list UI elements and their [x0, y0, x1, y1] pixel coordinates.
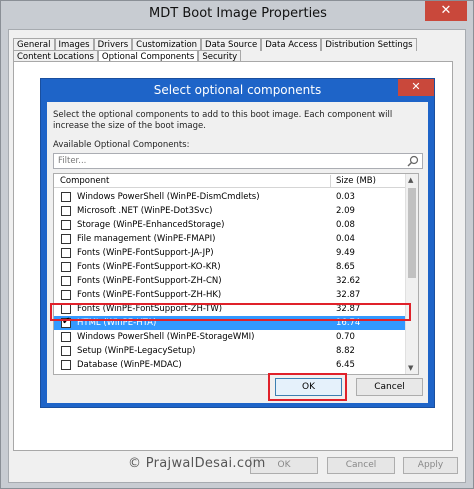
- checkbox[interactable]: [61, 346, 71, 356]
- component-name: Microsoft .NET (WinPE-Dot3Svc): [77, 206, 213, 216]
- component-name: Fonts (WinPE-FontSupport-ZH-CN): [77, 276, 222, 286]
- component-size: 0.03: [336, 192, 355, 202]
- component-name: Fonts (WinPE-FontSupport-KO-KR): [77, 262, 221, 272]
- window-title: MDT Boot Image Properties: [149, 6, 327, 21]
- column-header-component[interactable]: Component: [60, 176, 109, 186]
- window-cancel-button[interactable]: Cancel: [327, 457, 395, 474]
- component-size: 0.70: [336, 332, 355, 342]
- component-name: Storage (WinPE-EnhancedStorage): [77, 220, 225, 230]
- scroll-thumb[interactable]: [408, 188, 416, 278]
- checkbox[interactable]: [61, 360, 71, 370]
- scroll-up-icon[interactable]: ▲: [408, 176, 413, 184]
- column-header-size[interactable]: Size (MB): [336, 176, 376, 186]
- filter-input[interactable]: Filter...: [53, 153, 423, 169]
- available-components-label: Available Optional Components:: [53, 140, 190, 150]
- component-name: Microsoft .NET (WinPE-NetFx): [77, 374, 202, 375]
- component-size: 8.65: [336, 262, 355, 272]
- checkbox[interactable]: [61, 248, 71, 258]
- component-row[interactable]: Storage (WinPE-EnhancedStorage) 0.08: [54, 218, 406, 232]
- window-close-button[interactable]: ✕: [425, 1, 467, 21]
- component-row[interactable]: Setup (WinPE-LegacySetup) 8.82: [54, 344, 406, 358]
- checkbox[interactable]: [61, 290, 71, 300]
- checkbox[interactable]: [61, 206, 71, 216]
- component-size: 32.62: [336, 276, 361, 286]
- tab-data-access[interactable]: Data Access: [261, 38, 322, 51]
- components-list: Component Size (MB) Windows PowerShell (…: [53, 173, 419, 375]
- component-name: Fonts (WinPE-FontSupport-JA-JP): [77, 248, 214, 258]
- component-row[interactable]: Microsoft .NET (WinPE-Dot3Svc) 2.09: [54, 204, 406, 218]
- checkbox[interactable]: [61, 374, 71, 375]
- watermark: © PrajwalDesai.com: [128, 456, 266, 471]
- ok-button-highlight: [268, 373, 347, 401]
- list-scrollbar[interactable]: ▲ ▼: [405, 174, 418, 374]
- component-size: 0.04: [336, 234, 355, 244]
- selected-row-highlight: [50, 303, 411, 321]
- component-size: 2.09: [336, 206, 355, 216]
- window-apply-button[interactable]: Apply: [403, 457, 458, 474]
- component-name: Database (WinPE-MDAC): [77, 360, 182, 370]
- tab-distribution-settings[interactable]: Distribution Settings: [321, 38, 417, 51]
- component-row[interactable]: Fonts (WinPE-FontSupport-KO-KR) 8.65: [54, 260, 406, 274]
- component-size: 6.45: [336, 360, 355, 370]
- component-row[interactable]: Microsoft .NET (WinPE-NetFx)91.44: [54, 372, 406, 375]
- search-icon: [407, 155, 419, 167]
- checkbox[interactable]: [61, 220, 71, 230]
- component-row[interactable]: Fonts (WinPE-FontSupport-ZH-CN) 32.62: [54, 274, 406, 288]
- component-size: 9.49: [336, 248, 355, 258]
- component-row[interactable]: Database (WinPE-MDAC) 6.45: [54, 358, 406, 372]
- checkbox[interactable]: [61, 332, 71, 342]
- checkbox[interactable]: [61, 234, 71, 244]
- component-row[interactable]: Fonts (WinPE-FontSupport-ZH-HK) 32.87: [54, 288, 406, 302]
- select-components-dialog: Select optional components ✕ Select the …: [40, 78, 435, 408]
- dialog-cancel-button[interactable]: Cancel: [356, 378, 423, 396]
- component-row[interactable]: File management (WinPE-FMAPI) 0.04: [54, 232, 406, 246]
- component-name: File management (WinPE-FMAPI): [77, 234, 216, 244]
- component-row[interactable]: Fonts (WinPE-FontSupport-JA-JP) 9.49: [54, 246, 406, 260]
- component-size: 0.08: [336, 220, 355, 230]
- component-name: Fonts (WinPE-FontSupport-ZH-HK): [77, 290, 222, 300]
- component-row[interactable]: Windows PowerShell (WinPE-StorageWMI) 0.7…: [54, 330, 406, 344]
- checkbox[interactable]: [61, 276, 71, 286]
- component-size: 32.87: [336, 290, 361, 300]
- filter-placeholder: Filter...: [58, 156, 87, 166]
- checkbox[interactable]: [61, 262, 71, 272]
- column-divider: [330, 175, 331, 187]
- dialog-title: Select optional components: [153, 83, 322, 97]
- dialog-close-button[interactable]: ✕: [398, 79, 434, 96]
- component-size: 8.82: [336, 346, 355, 356]
- dialog-description: Select the optional components to add to…: [53, 110, 393, 131]
- checkbox[interactable]: [61, 192, 71, 202]
- component-name: Windows PowerShell (WinPE-StorageWMI): [77, 332, 255, 342]
- dialog-body: Select the optional components to add to…: [47, 102, 428, 403]
- component-name: Windows PowerShell (WinPE-DismCmdlets): [77, 192, 260, 202]
- component-name: Setup (WinPE-LegacySetup): [77, 346, 196, 356]
- component-row[interactable]: Windows PowerShell (WinPE-DismCmdlets) 0.…: [54, 190, 406, 204]
- list-header: Component Size (MB): [54, 174, 406, 188]
- scroll-down-icon[interactable]: ▼: [408, 364, 413, 372]
